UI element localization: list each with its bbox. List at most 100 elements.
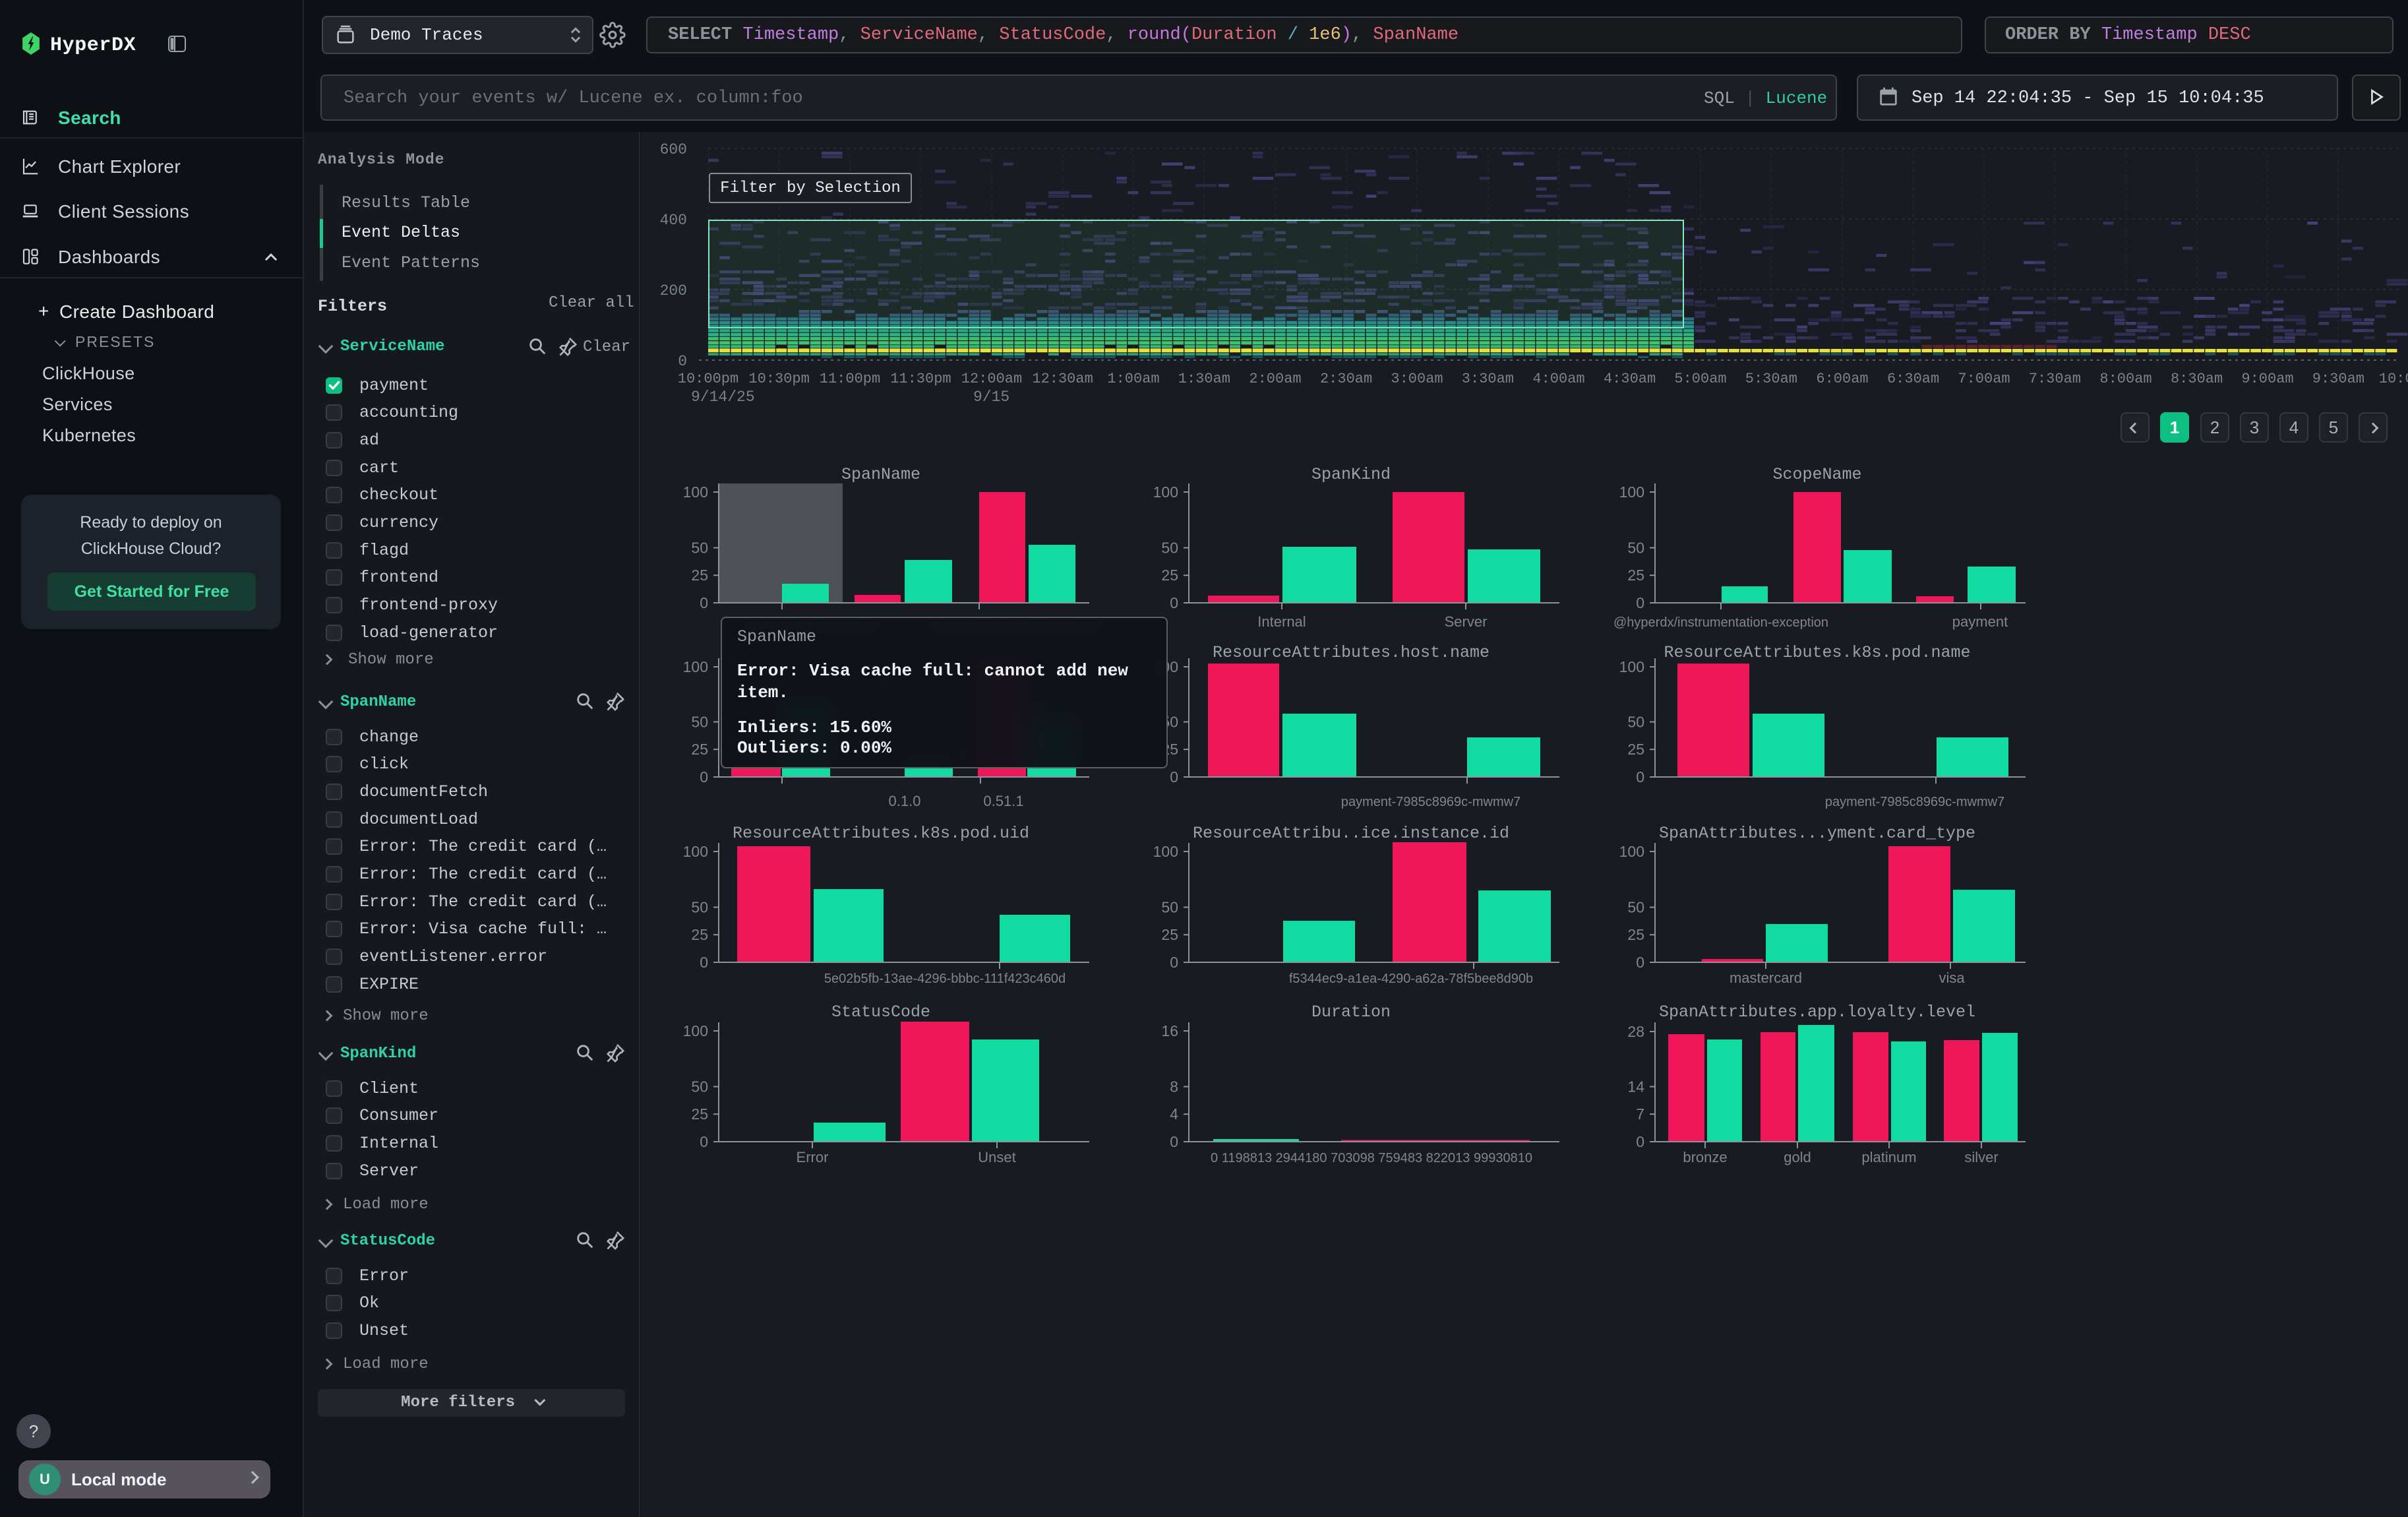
svg-text:100: 100 — [683, 1022, 708, 1039]
svg-text:0: 0 — [1170, 768, 1178, 786]
svg-text:25: 25 — [691, 741, 708, 758]
svg-text:SpanAttributes...yment.card_ty: SpanAttributes...yment.card_type — [1659, 824, 1975, 843]
svg-text:25: 25 — [1627, 741, 1644, 758]
svg-text:10:00pm: 10:00pm — [678, 371, 738, 387]
svg-text:600: 600 — [660, 141, 687, 158]
svg-text:100: 100 — [1619, 658, 1644, 675]
svg-text:25: 25 — [691, 1105, 708, 1123]
svg-text:16: 16 — [1161, 1022, 1178, 1039]
svg-text:12:30am: 12:30am — [1032, 371, 1093, 387]
svg-text:0: 0 — [1170, 954, 1178, 971]
svg-text:Server: Server — [1445, 613, 1488, 630]
svg-text:6:30am: 6:30am — [1887, 371, 1939, 387]
svg-text:4: 4 — [1170, 1105, 1178, 1123]
svg-text:7:30am: 7:30am — [2029, 371, 2081, 387]
svg-text:0: 0 — [1636, 594, 1644, 611]
svg-text:4:00am: 4:00am — [1532, 371, 1584, 387]
svg-text:50: 50 — [1627, 899, 1644, 916]
svg-text:14: 14 — [1627, 1078, 1644, 1096]
svg-text:SpanKind: SpanKind — [1311, 465, 1391, 484]
svg-text:platinum: platinum — [1861, 1149, 1916, 1165]
svg-text:400: 400 — [660, 212, 687, 229]
svg-text:payment: payment — [1952, 613, 2008, 630]
svg-text:50: 50 — [1627, 540, 1644, 557]
svg-text:0: 0 — [1170, 1133, 1178, 1150]
svg-text:28: 28 — [1627, 1023, 1644, 1040]
svg-text:4:30am: 4:30am — [1604, 371, 1656, 387]
svg-text:5e02b5fb-13ae-4296-bbbc-111f42: 5e02b5fb-13ae-4296-bbbc-111f423c460d — [824, 972, 1066, 986]
svg-text:25: 25 — [1627, 926, 1644, 943]
svg-text:7: 7 — [1636, 1105, 1644, 1123]
svg-text:12:00am: 12:00am — [961, 371, 1022, 387]
svg-text:1:30am: 1:30am — [1178, 371, 1230, 387]
svg-text:200: 200 — [660, 282, 687, 299]
svg-text:9:30am: 9:30am — [2312, 371, 2364, 387]
svg-text:6:00am: 6:00am — [1816, 371, 1868, 387]
svg-text:100: 100 — [1153, 483, 1178, 501]
svg-text:8:00am: 8:00am — [2099, 371, 2152, 387]
svg-text:2:00am: 2:00am — [1249, 371, 1301, 387]
svg-text:100: 100 — [1619, 843, 1644, 860]
svg-text:f5344ec9-a1ea-4290-a62a-78f5be: f5344ec9-a1ea-4290-a62a-78f5bee8d90b — [1289, 972, 1533, 986]
svg-text:100: 100 — [683, 843, 708, 860]
svg-text:50: 50 — [1161, 899, 1178, 916]
svg-text:gold: gold — [1784, 1149, 1811, 1165]
svg-text:10:30pm: 10:30pm — [748, 371, 809, 387]
svg-text:0: 0 — [678, 353, 687, 370]
svg-text:payment-7985c8969c-mwmw7: payment-7985c8969c-mwmw7 — [1825, 795, 2004, 809]
svg-text:0: 0 — [1636, 1133, 1644, 1150]
svg-text:11:00pm: 11:00pm — [820, 371, 880, 387]
svg-text:8: 8 — [1170, 1078, 1178, 1096]
svg-text:SpanAttributes.app.loyalty.lev: SpanAttributes.app.loyalty.level — [1659, 1003, 1975, 1022]
svg-text:@hyperdx/instrumentation-excep: @hyperdx/instrumentation-exception — [1613, 615, 1828, 630]
svg-text:0.1.0: 0.1.0 — [889, 793, 921, 809]
svg-text:3:00am: 3:00am — [1391, 371, 1443, 387]
svg-text:11:30pm: 11:30pm — [890, 371, 951, 387]
svg-text:ResourceAttributes.k8s.pod.uid: ResourceAttributes.k8s.pod.uid — [733, 824, 1029, 843]
svg-text:ResourceAttributes.k8s.pod.nam: ResourceAttributes.k8s.pod.name — [1664, 643, 1970, 662]
svg-text:0: 0 — [1170, 594, 1178, 611]
svg-text:ScopeName: ScopeName — [1772, 465, 1861, 484]
svg-text:8:30am: 8:30am — [2171, 371, 2223, 387]
svg-text:1:00am: 1:00am — [1107, 371, 1159, 387]
svg-text:100: 100 — [1153, 843, 1178, 860]
svg-text:5:00am: 5:00am — [1674, 371, 1726, 387]
svg-text:silver: silver — [1964, 1149, 1998, 1165]
svg-text:0: 0 — [1636, 954, 1644, 971]
svg-text:0: 0 — [700, 768, 708, 786]
svg-text:StatusCode: StatusCode — [831, 1003, 930, 1022]
svg-text:3:30am: 3:30am — [1462, 371, 1514, 387]
svg-text:25: 25 — [1161, 567, 1178, 584]
svg-text:25: 25 — [691, 567, 708, 584]
svg-text:9:00am: 9:00am — [2241, 371, 2293, 387]
svg-text:2:30am: 2:30am — [1320, 371, 1372, 387]
svg-text:25: 25 — [691, 926, 708, 943]
svg-text:0.51.1: 0.51.1 — [983, 793, 1023, 809]
svg-text:10:00am: 10:00am — [2379, 371, 2408, 387]
svg-text:9/15: 9/15 — [973, 388, 1009, 406]
svg-text:mastercard: mastercard — [1730, 970, 1802, 986]
svg-text:100: 100 — [1619, 483, 1644, 501]
svg-text:50: 50 — [691, 540, 708, 557]
svg-text:7:00am: 7:00am — [1958, 371, 2010, 387]
svg-text:Duration: Duration — [1311, 1003, 1391, 1022]
svg-text:50: 50 — [1627, 714, 1644, 731]
svg-text:0: 0 — [1636, 768, 1644, 786]
svg-text:ResourceAttribu..ice.instance.: ResourceAttribu..ice.instance.id — [1193, 824, 1509, 843]
svg-text:payment-7985c8969c-mwmw7: payment-7985c8969c-mwmw7 — [1341, 795, 1520, 809]
svg-text:0: 0 — [700, 594, 708, 611]
svg-text:Internal: Internal — [1257, 613, 1306, 630]
svg-text:50: 50 — [691, 714, 708, 731]
svg-text:50: 50 — [691, 1078, 708, 1096]
svg-text:100: 100 — [683, 658, 708, 675]
svg-text:9/14/25: 9/14/25 — [691, 388, 755, 406]
svg-text:50: 50 — [691, 899, 708, 916]
svg-text:Error: Error — [797, 1149, 829, 1165]
svg-text:visa: visa — [1939, 970, 1965, 986]
svg-text:SpanName: SpanName — [841, 465, 920, 484]
svg-text:ResourceAttributes.host.name: ResourceAttributes.host.name — [1213, 643, 1490, 662]
svg-text:0 1198813 2944180 703098 7: 0 1198813 2944180 703098 759483 822013 9… — [1211, 1151, 1532, 1165]
svg-text:0: 0 — [700, 1133, 708, 1150]
svg-text:25: 25 — [1627, 567, 1644, 584]
svg-text:25: 25 — [1161, 926, 1178, 943]
